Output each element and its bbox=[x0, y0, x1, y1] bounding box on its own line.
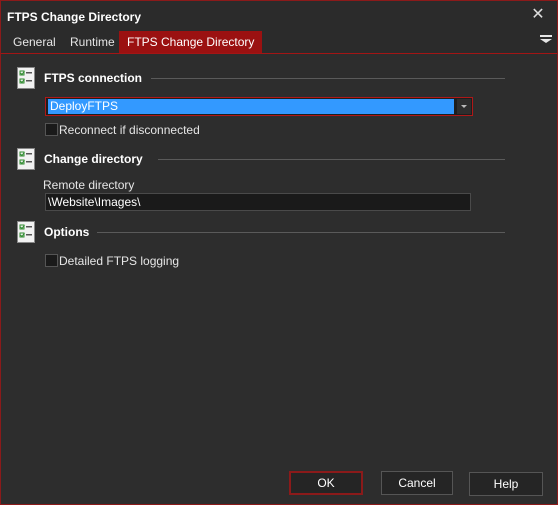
section-divider bbox=[151, 78, 505, 79]
title-bar: FTPS Change Directory ✕ bbox=[1, 1, 557, 31]
tab-general[interactable]: General bbox=[5, 31, 64, 53]
detailed-logging-checkbox[interactable] bbox=[45, 254, 58, 267]
ftps-connection-value: DeployFTPS bbox=[48, 99, 454, 114]
checklist-icon bbox=[17, 221, 35, 243]
remote-directory-input[interactable] bbox=[45, 193, 471, 211]
section-title-ftps-connection: FTPS connection bbox=[44, 71, 143, 85]
reconnect-label: Reconnect if disconnected bbox=[59, 123, 200, 137]
checklist-icon bbox=[17, 67, 35, 89]
tab-ftps-change-directory[interactable]: FTPS Change Directory bbox=[119, 31, 263, 53]
section-title-change-directory: Change directory bbox=[44, 152, 143, 166]
content-panel: FTPS connection DeployFTPS Reconnect if … bbox=[3, 54, 555, 462]
close-button[interactable]: ✕ bbox=[529, 6, 547, 24]
checklist-icon bbox=[17, 148, 35, 170]
window-title: FTPS Change Directory bbox=[7, 10, 142, 24]
detailed-logging-label: Detailed FTPS logging bbox=[59, 254, 180, 268]
remote-directory-label: Remote directory bbox=[43, 178, 135, 192]
chevron-down-icon[interactable] bbox=[457, 99, 471, 114]
ok-button[interactable]: OK bbox=[289, 471, 363, 495]
section-divider bbox=[97, 232, 505, 233]
cancel-button[interactable]: Cancel bbox=[381, 471, 453, 495]
reconnect-checkbox[interactable] bbox=[45, 123, 58, 136]
section-divider bbox=[158, 159, 505, 160]
tab-runtime[interactable]: Runtime bbox=[62, 31, 123, 53]
tab-bar: General Runtime FTPS Change Directory bbox=[1, 31, 557, 54]
section-title-options: Options bbox=[44, 225, 90, 239]
ftps-connection-select[interactable]: DeployFTPS bbox=[45, 97, 473, 116]
tab-menu-icon[interactable] bbox=[539, 35, 553, 49]
dialog-footer: OK Cancel Help bbox=[3, 462, 555, 502]
help-button[interactable]: Help bbox=[469, 472, 543, 496]
dialog-window: FTPS Change Directory ✕ General Runtime … bbox=[0, 0, 558, 505]
